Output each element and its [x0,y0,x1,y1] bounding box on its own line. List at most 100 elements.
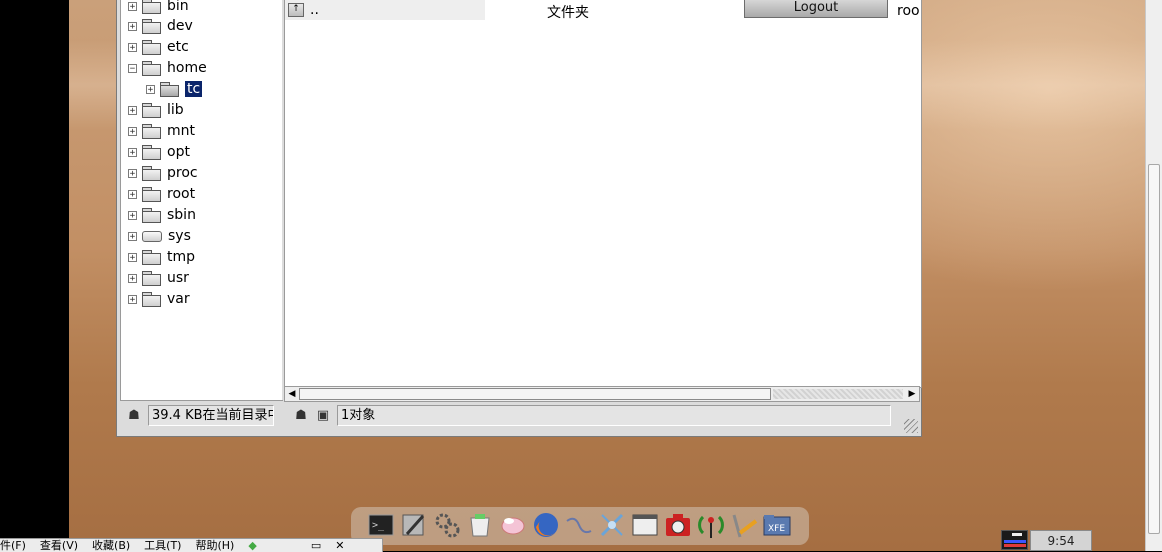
expand-icon[interactable]: + [128,21,137,31]
parent-directory-row[interactable]: ↑ .. [285,0,485,20]
mouse-icon[interactable] [499,511,527,539]
tree-item-home[interactable]: − home [128,58,207,78]
menu-file[interactable]: 件(F) [0,539,26,552]
file-type-cell: 文件夹 [547,5,589,21]
tree-item-sbin[interactable]: + sbin [128,205,196,225]
filter-icon[interactable]: ▣ [315,408,331,424]
tree-item-mnt[interactable]: + mnt [128,121,195,141]
page-scroll-thumb[interactable] [1148,164,1160,534]
file-list[interactable]: ↑ .. 文件夹 Logout roo [284,0,922,388]
menu-help[interactable]: 帮助(H) [195,539,234,552]
tree-item-label: tc [185,81,203,97]
tree-item-label: lib [167,102,184,118]
browser-menu-bar: 件(F) 查看(V) 收藏(B) 工具(T) 帮助(H) ◆ ▭ ✕ [0,538,383,552]
scroll-right-icon[interactable]: ▶ [906,388,918,400]
menu-view[interactable]: 查看(V) [40,539,78,552]
expand-icon[interactable]: + [146,84,155,94]
tree-item-label: sys [168,228,191,244]
script-icon[interactable] [565,511,593,539]
resize-grip[interactable] [904,419,918,433]
network-tray-icon[interactable] [1001,530,1028,550]
expand-icon[interactable]: + [128,252,137,262]
tree-item-label: etc [167,39,189,55]
parent-directory-label: .. [310,2,319,18]
folder-icon [142,123,161,139]
terminal-window-icon[interactable] [631,511,659,539]
folder-icon [142,60,161,76]
menu-favorites[interactable]: 收藏(B) [92,539,130,552]
tree-item-label: var [167,291,190,307]
screenshot-icon[interactable] [664,511,692,539]
folder-icon [142,291,161,307]
expand-icon[interactable]: + [128,294,137,304]
expand-icon[interactable]: + [128,42,137,52]
tree-item-lib[interactable]: + lib [128,100,184,120]
menu-tools[interactable]: 工具(T) [144,539,181,552]
svg-text:>_: >_ [372,520,385,531]
folder-icon [142,249,161,265]
expand-icon[interactable]: + [128,1,137,11]
expand-icon[interactable]: + [128,231,137,241]
close-icon[interactable]: ✕ [335,539,344,552]
xfe-icon[interactable]: XFE [763,511,791,539]
folder-icon [142,102,161,118]
tree-item-var[interactable]: + var [128,289,190,309]
tree-item-dev[interactable]: + dev [128,16,193,36]
tree-item-tmp[interactable]: + tmp [128,247,195,267]
tree-item-label: root [167,186,196,202]
system-clock[interactable]: 9:54 [1030,530,1092,551]
up-folder-icon: ↑ [288,3,304,17]
network-icon[interactable] [598,511,626,539]
file-owner-cell: roo [897,3,920,19]
tree-item-label: dev [167,18,193,34]
expand-icon[interactable]: + [128,126,137,136]
expand-icon[interactable]: + [128,147,137,157]
list-horizontal-scrollbar[interactable]: ◀ ▶ [284,386,920,402]
folder-icon [142,39,161,55]
folder-tree[interactable]: + bin + dev + etc − home + tc + lib + mnt + opt … [120,0,283,401]
tree-item-usr[interactable]: + usr [128,268,189,288]
scroll-track[interactable] [773,389,903,399]
firefox-icon[interactable] [532,511,560,539]
ghost-icon: ☗ [128,407,140,423]
restore-icon[interactable]: ▭ [311,539,321,552]
tree-item-proc[interactable]: + proc [128,163,198,183]
object-count-status: 1对象 [337,405,891,426]
tree-item-label: proc [167,165,198,181]
logout-button[interactable]: Logout [744,0,888,18]
expand-icon[interactable]: + [128,105,137,115]
folder-icon [142,0,161,14]
tree-item-etc[interactable]: + etc [128,37,189,57]
page-vertical-scrollbar[interactable] [1145,0,1162,551]
tree-item-root[interactable]: + root [128,184,195,204]
tree-item-label: bin [167,0,189,14]
tree-item-label: home [167,60,207,76]
list-scroll-thumb[interactable] [299,388,771,400]
apps-icon[interactable] [466,511,494,539]
editor-icon[interactable] [400,511,428,539]
wireless-icon[interactable] [697,511,725,539]
tools-icon[interactable] [730,511,758,539]
terminal-icon[interactable]: >_ [367,511,395,539]
tree-item-label: tmp [167,249,196,265]
tree-status-bar: ☗ 39.4 KB在当前目录中 [120,404,278,427]
tree-item-label: sbin [167,207,196,223]
tree-item-label: mnt [167,123,195,139]
ghost-icon: ☗ [295,407,307,423]
tree-item-bin[interactable]: + bin [128,0,189,16]
tree-item-sys[interactable]: + sys [128,226,191,246]
folder-icon [142,165,161,181]
application-dock: >_ XFE [351,507,809,545]
tree-item-opt[interactable]: + opt [128,142,190,162]
expand-icon[interactable]: + [128,210,137,220]
svg-text:XFE: XFE [768,524,785,534]
folder-icon [142,18,161,34]
expand-icon[interactable]: + [128,168,137,178]
expand-icon[interactable]: + [128,273,137,283]
settings-icon[interactable] [433,511,461,539]
expand-icon[interactable]: + [128,189,137,199]
collapse-icon[interactable]: − [128,63,137,73]
folder-icon [142,207,161,223]
scroll-left-icon[interactable]: ◀ [286,388,298,400]
tree-item-tc[interactable]: + tc [146,79,203,99]
